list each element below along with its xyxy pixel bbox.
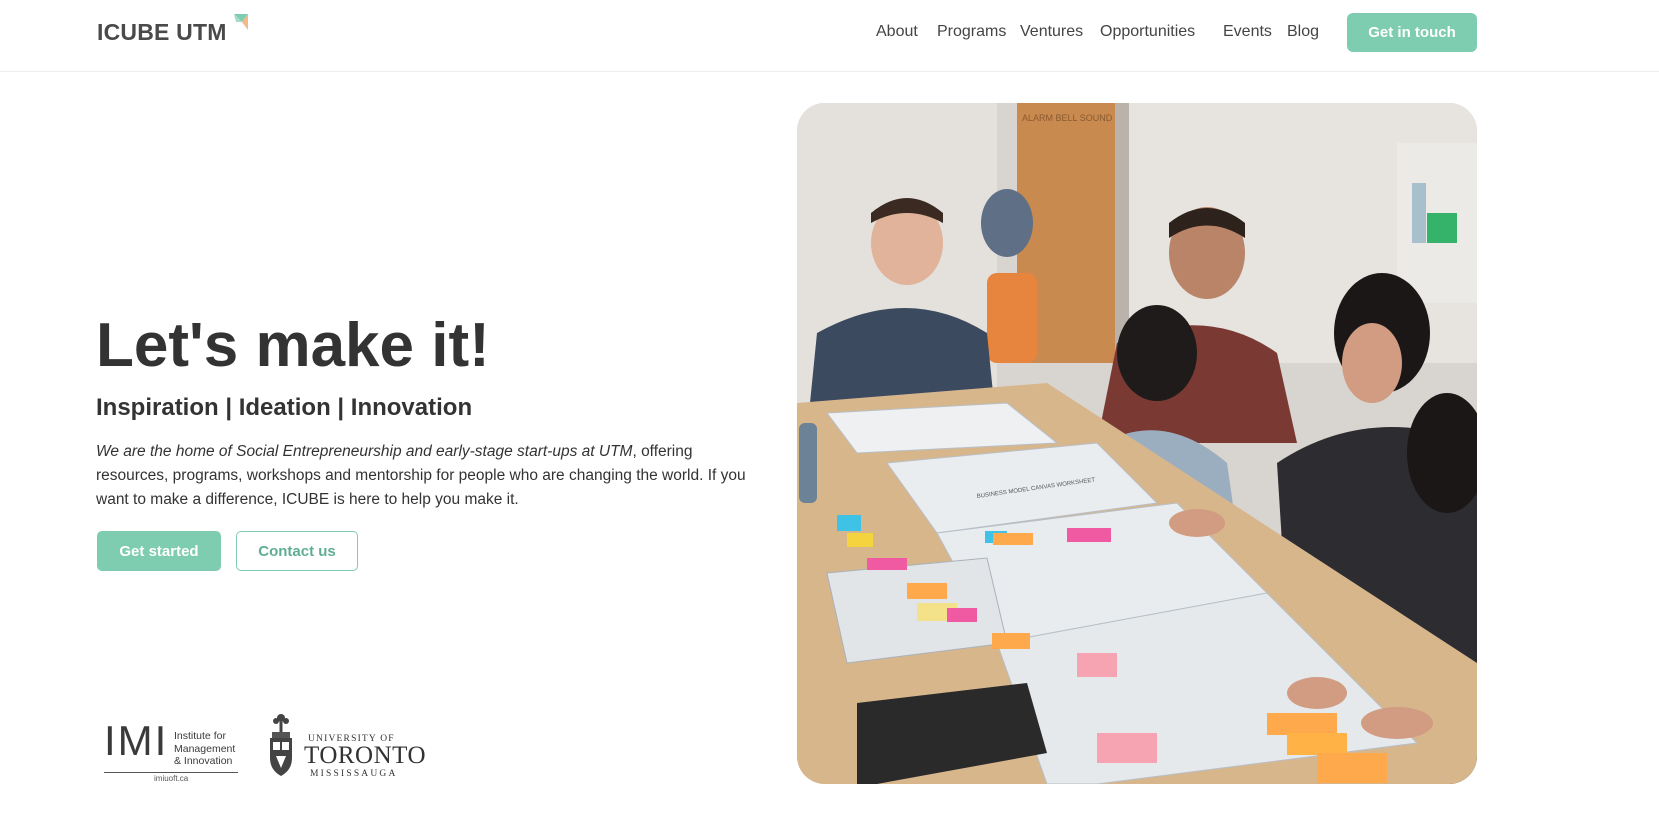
nav-blog[interactable]: Blog: [1287, 22, 1319, 42]
hero-photo: ALARM BELL SOUND BUSINESS MODEL CANVAS W…: [797, 103, 1477, 784]
photo-sign-text: ALARM BELL SOUND: [1022, 113, 1113, 123]
contact-us-button[interactable]: Contact us: [236, 531, 358, 571]
partner-logos: IMI Institute for Management & Innovatio…: [104, 712, 426, 783]
uoft-crest-icon: [270, 714, 292, 776]
hero-subtitle: Inspiration | Ideation | Innovation: [96, 394, 473, 421]
uoft-campus: MISSISSAUGA: [310, 769, 398, 779]
workshop-photo-illustration: ALARM BELL SOUND BUSINESS MODEL CANVAS W…: [797, 103, 1477, 784]
imi-url: imiuoft.ca: [154, 774, 189, 783]
imi-line-3: & Innovation: [174, 755, 233, 767]
nav-about[interactable]: About: [876, 22, 918, 42]
imi-full-name: Institute for Management & Innovation: [174, 730, 235, 768]
get-in-touch-button[interactable]: Get in touch: [1347, 13, 1477, 52]
site-header: ICUBE UTM About Programs Ventures Opport…: [0, 0, 1659, 72]
uoft-logo[interactable]: UNIVERSITY OF TORONTO MISSISSAUGA: [266, 712, 426, 782]
get-started-button[interactable]: Get started: [97, 531, 221, 571]
nav-opportunities[interactable]: Opportunities: [1100, 22, 1195, 42]
uoft-name: TORONTO: [304, 742, 427, 769]
hero-title: Let's make it!: [96, 311, 490, 380]
nav-ventures[interactable]: Ventures: [1020, 22, 1083, 42]
imi-acronym: IMI: [104, 717, 169, 764]
nav-programs[interactable]: Programs: [937, 22, 1006, 42]
hero-description: We are the home of Social Entrepreneursh…: [96, 440, 746, 512]
imi-divider: [104, 772, 238, 773]
imi-logo[interactable]: IMI Institute for Management & Innovatio…: [104, 712, 238, 783]
brand-name: ICUBE UTM: [97, 19, 227, 45]
imi-line-2: Management: [174, 742, 236, 755]
nav-events[interactable]: Events: [1223, 22, 1272, 42]
brand-logo[interactable]: ICUBE UTM: [97, 14, 250, 46]
hero-description-italic: We are the home of Social Entrepreneursh…: [96, 443, 633, 460]
brand-mark-icon: [233, 14, 248, 30]
imi-line-1: Institute for: [174, 730, 226, 742]
